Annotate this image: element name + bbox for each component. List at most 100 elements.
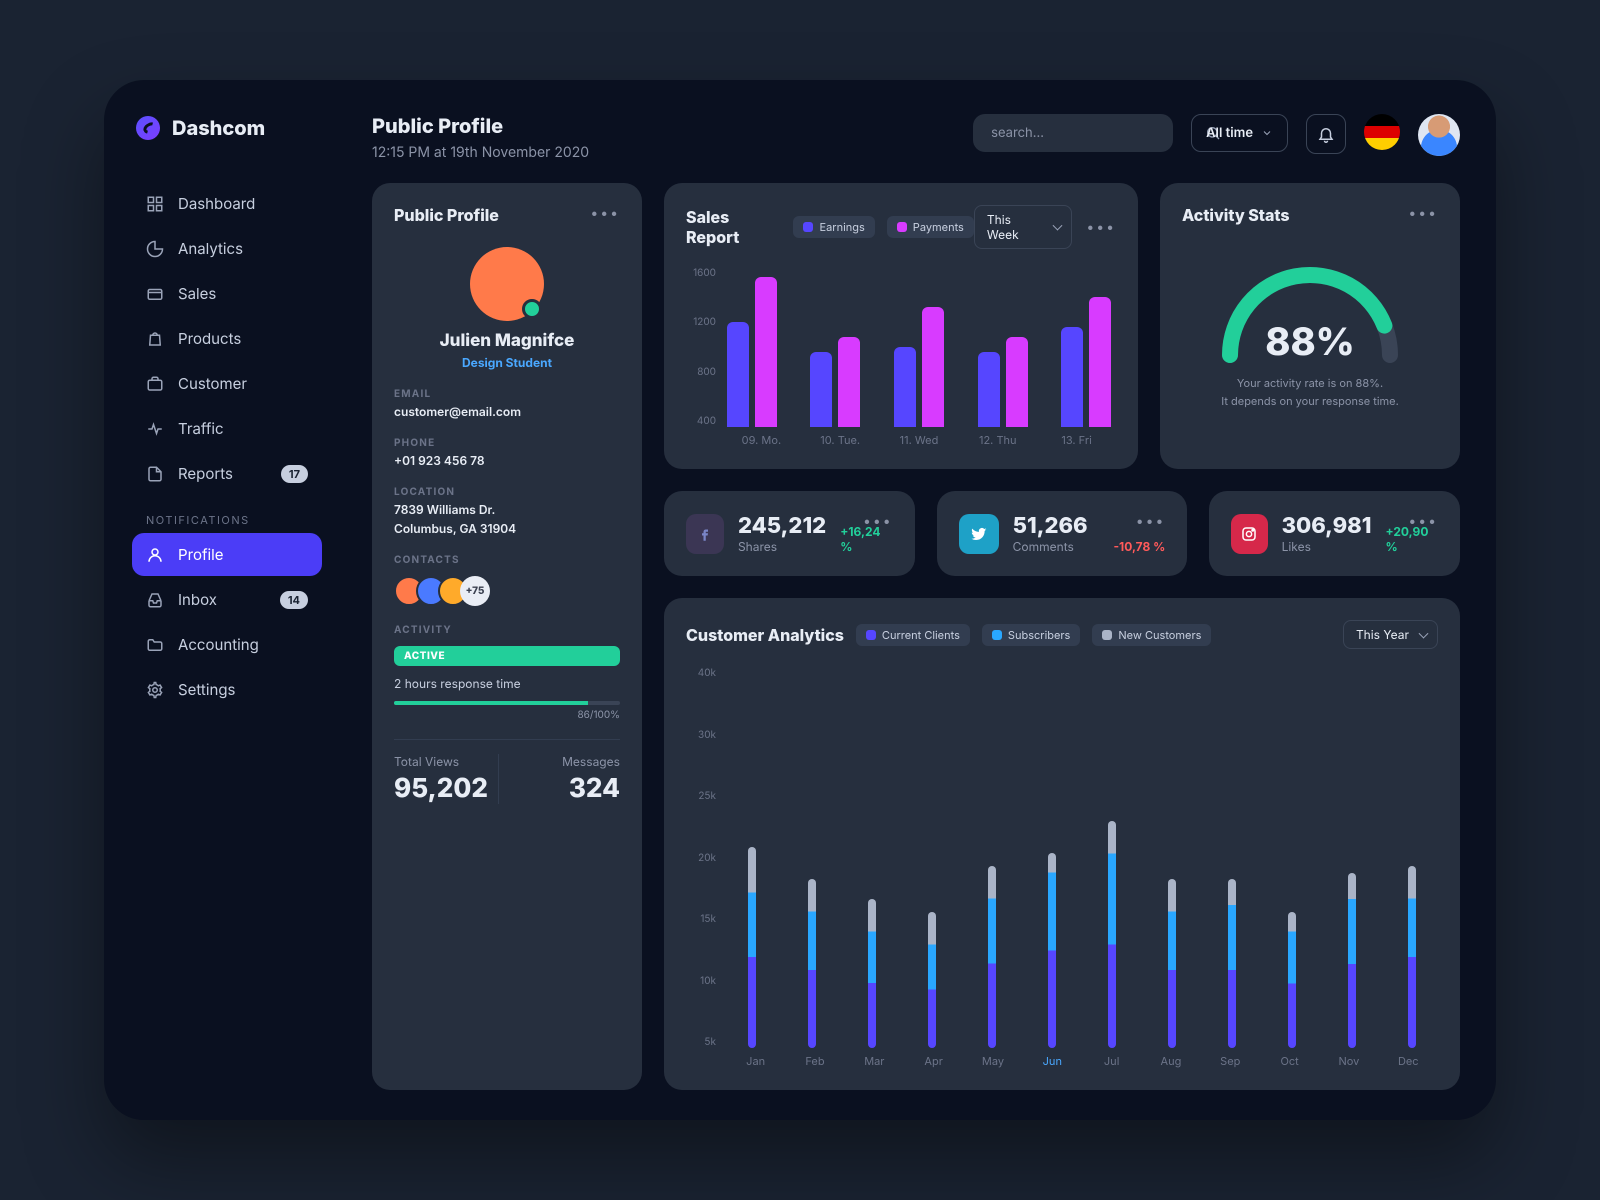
user-icon — [146, 546, 164, 564]
x-label[interactable]: Jan — [726, 1054, 785, 1068]
response-time: 2 hours response time — [394, 676, 620, 691]
views-value: 95,202 — [394, 773, 498, 804]
sidebar-item-traffic[interactable]: Traffic — [132, 407, 322, 450]
sales-range-select[interactable]: This Week — [974, 205, 1073, 249]
x-label[interactable]: Nov — [1319, 1054, 1378, 1068]
time-range-label: All time — [1206, 125, 1253, 141]
card-menu-icon[interactable]: ••• — [1086, 219, 1116, 236]
card-menu-icon[interactable]: ••• — [590, 205, 620, 222]
notifications-button[interactable] — [1306, 114, 1346, 154]
x-label[interactable]: Oct — [1260, 1054, 1319, 1068]
card-icon — [146, 285, 164, 303]
x-label[interactable]: May — [963, 1054, 1022, 1068]
card-menu-icon[interactable]: ••• — [1136, 513, 1166, 530]
analytics-column — [1326, 788, 1378, 1048]
kpi-comments: ••• 51,266Comments -10,78 % — [937, 491, 1188, 576]
analytics-column — [1086, 788, 1138, 1048]
contact-more[interactable]: +75 — [460, 576, 490, 606]
sidebar-item-label: Sales — [178, 284, 216, 303]
activity-percent: 88% — [1210, 319, 1410, 365]
sidebar-item-label: Inbox — [178, 590, 217, 609]
kpi-label: Likes — [1282, 539, 1372, 554]
sidebar-item-label: Accounting — [178, 635, 259, 654]
time-range-select[interactable]: All time — [1191, 114, 1288, 152]
customer-range-select[interactable]: This Year — [1343, 620, 1438, 649]
sidebar-item-accounting[interactable]: Accounting — [132, 623, 322, 666]
facebook-icon — [686, 514, 724, 554]
bar-payments — [922, 307, 944, 427]
bag-icon — [146, 330, 164, 348]
x-label[interactable]: Aug — [1141, 1054, 1200, 1068]
sidebar-item-customer[interactable]: Customer — [132, 362, 322, 405]
sidebar: Dashcom DashboardAnalytics Sales Products C… — [104, 80, 342, 1120]
user-avatar[interactable] — [1418, 114, 1460, 156]
x-label[interactable]: Jul — [1082, 1054, 1141, 1068]
bar-group — [973, 337, 1033, 427]
activity-label: ACTIVITY — [394, 624, 620, 636]
analytics-column — [966, 788, 1018, 1048]
analytics-column — [786, 788, 838, 1048]
email-label: EMAIL — [394, 388, 620, 400]
analytics-column — [906, 788, 958, 1048]
sidebar-item-inbox[interactable]: Inbox14 — [132, 578, 322, 621]
activity-status-badge: ACTIVE — [394, 646, 620, 666]
sidebar-item-settings[interactable]: Settings — [132, 668, 322, 711]
messages-label: Messages — [517, 754, 621, 769]
card-title: Public Profile — [394, 205, 620, 225]
card-menu-icon[interactable]: ••• — [1408, 513, 1438, 530]
phone-label: PHONE — [394, 437, 620, 449]
sidebar-item-label: Profile — [178, 545, 224, 564]
sidebar-item-sales[interactable]: Sales — [132, 272, 322, 315]
sidebar-item-label: Products — [178, 329, 241, 348]
search-input[interactable] — [989, 124, 1195, 142]
sidebar-item-profile[interactable]: Profile — [132, 533, 322, 576]
sidebar-item-dashboard[interactable]: Dashboard — [132, 182, 322, 225]
bar-earnings — [727, 322, 749, 427]
legend-payments: Payments — [887, 216, 974, 238]
card-menu-icon[interactable]: ••• — [1408, 205, 1438, 222]
bar-payments — [1089, 297, 1111, 427]
customer-analytics-card: Customer Analytics Current Clients Subsc… — [664, 598, 1460, 1090]
x-label[interactable]: Mar — [845, 1054, 904, 1068]
contacts-label: CONTACTS — [394, 554, 620, 566]
bar-group — [1056, 297, 1116, 427]
kpi-value: 245,212 — [738, 513, 826, 539]
card-menu-icon[interactable]: ••• — [863, 513, 893, 530]
sidebar-item-reports[interactable]: Reports17 — [132, 452, 322, 495]
analytics-column — [726, 788, 778, 1048]
kpi-value: 306,981 — [1282, 513, 1372, 539]
card-title: Activity Stats — [1182, 205, 1438, 225]
gear-icon — [146, 681, 164, 699]
x-label[interactable]: Jun — [1023, 1054, 1082, 1068]
topbar: Public Profile 12:15 PM at 19th November… — [372, 114, 1460, 161]
kpi-delta: -10,78 % — [1113, 539, 1165, 554]
customer-range-label: This Year — [1356, 627, 1409, 642]
x-label[interactable]: Apr — [904, 1054, 963, 1068]
messages-value: 324 — [517, 773, 621, 804]
bar-group — [889, 307, 949, 427]
sidebar-item-analytics[interactable]: Analytics — [132, 227, 322, 270]
x-label[interactable]: Sep — [1201, 1054, 1260, 1068]
locale-flag-germany[interactable] — [1364, 114, 1400, 150]
brand-name: Dashcom — [172, 116, 265, 140]
sales-range-label: This Week — [987, 212, 1019, 242]
kpi-likes: ••• 306,981Likes +20,90 % — [1209, 491, 1460, 576]
search-field[interactable] — [973, 114, 1173, 152]
x-label[interactable]: Dec — [1379, 1054, 1438, 1068]
bar-payments — [838, 337, 860, 427]
legend-earnings: Earnings — [793, 216, 874, 238]
bar-earnings — [894, 347, 916, 427]
bar-earnings — [810, 352, 832, 427]
analytics-column — [846, 788, 898, 1048]
page-title: Public Profile — [372, 114, 589, 138]
x-label[interactable]: Feb — [785, 1054, 844, 1068]
x-label: 12. Thu — [958, 433, 1037, 447]
bar-payments — [755, 277, 777, 427]
activity-gauge: 88% — [1210, 245, 1410, 365]
legend-current-clients: Current Clients — [856, 624, 970, 646]
email-value: customer@email.com — [394, 404, 620, 419]
sidebar-item-products[interactable]: Products — [132, 317, 322, 360]
kpi-value: 51,266 — [1013, 513, 1088, 539]
location-line1: 7839 Williams Dr. — [394, 502, 620, 517]
x-label: 10. Tue. — [801, 433, 880, 447]
